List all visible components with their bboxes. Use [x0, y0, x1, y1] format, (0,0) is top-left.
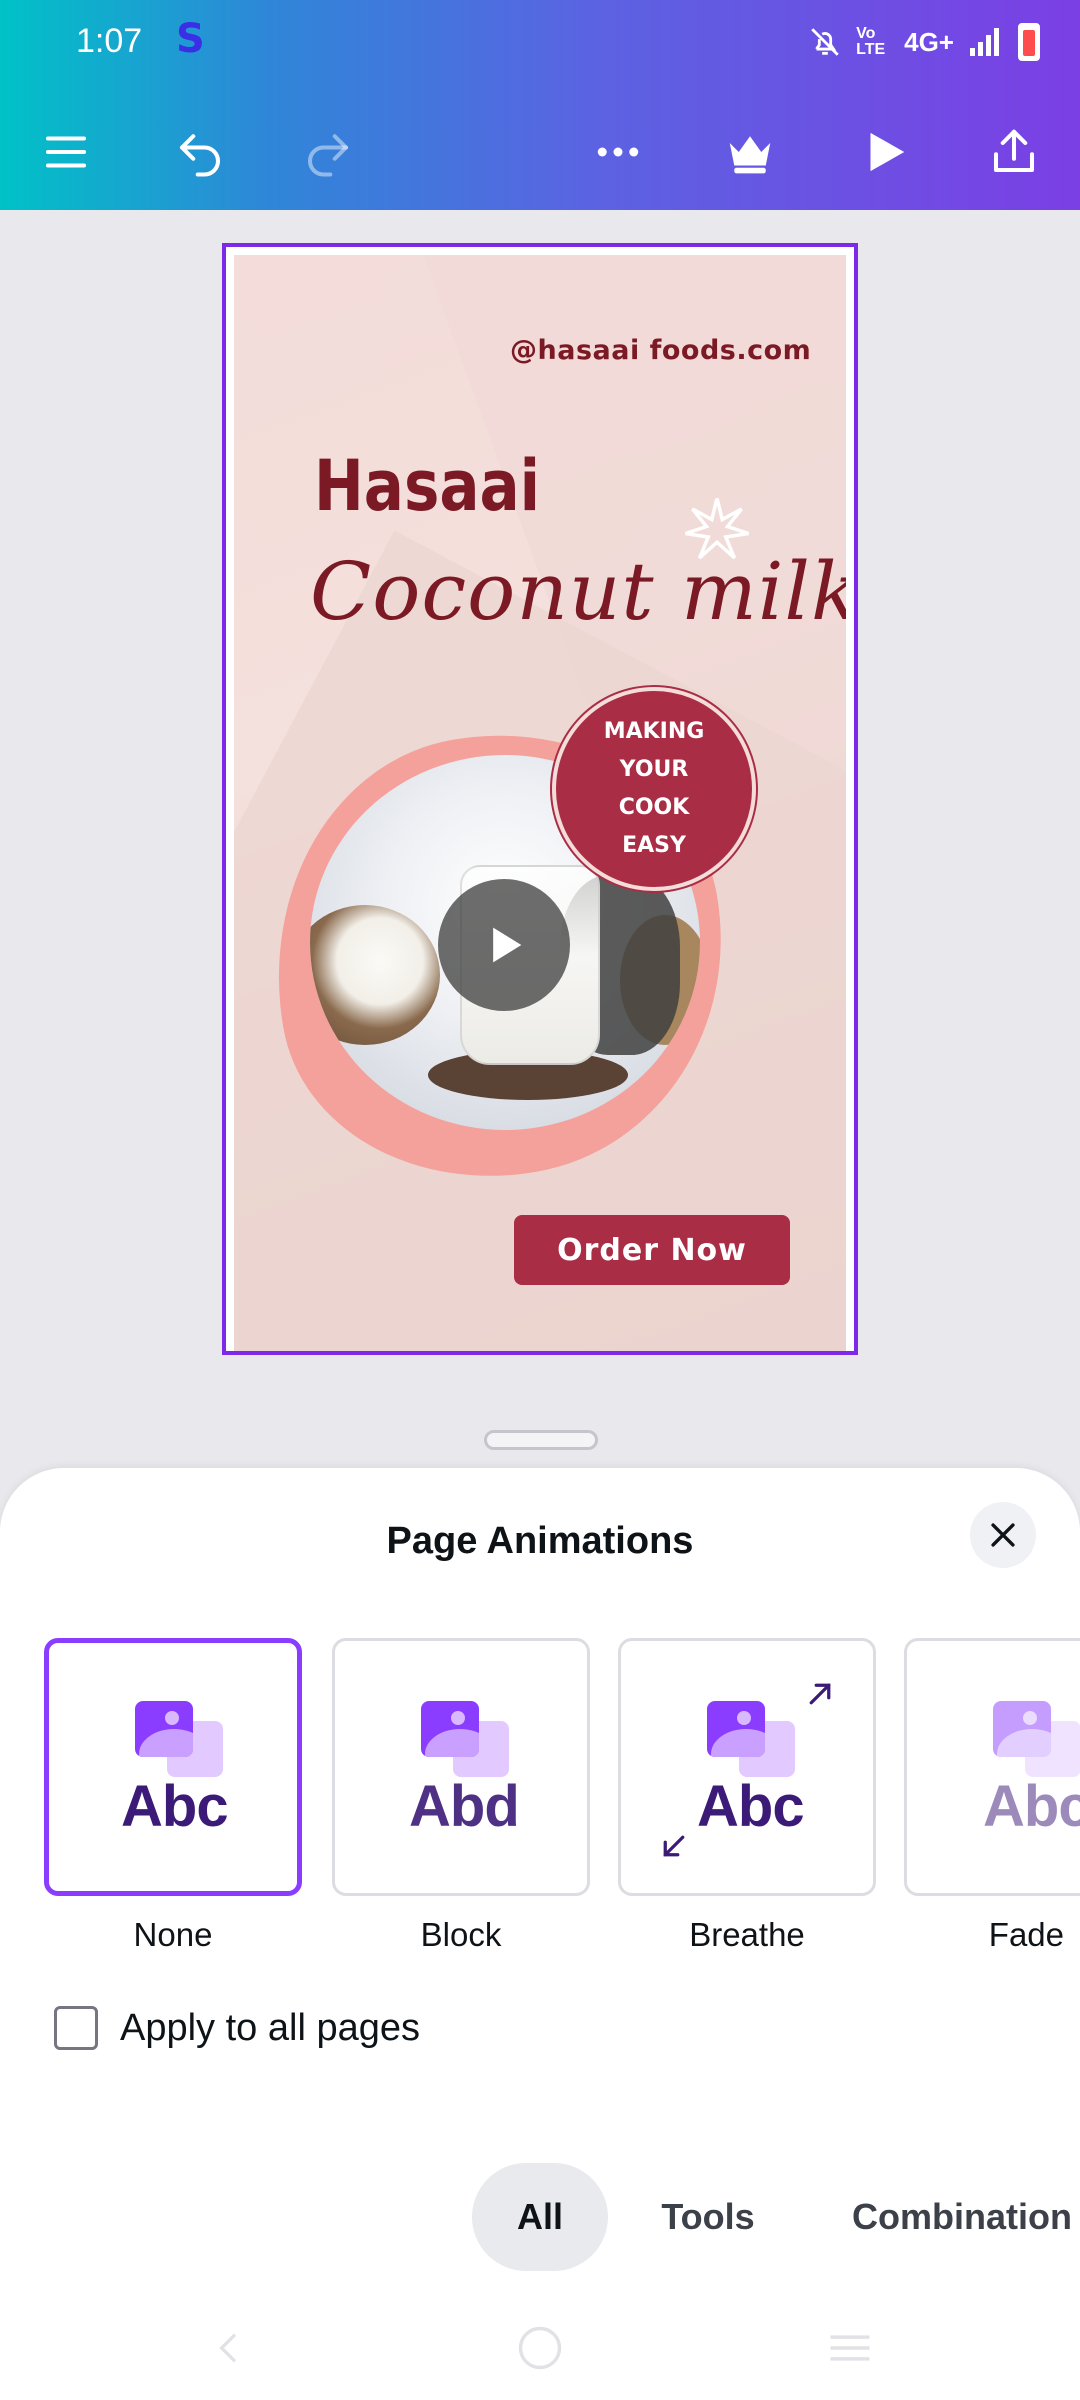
recents-nav-icon[interactable]	[820, 2318, 880, 2378]
network-type: 4G+	[904, 26, 954, 57]
video-play-button[interactable]	[438, 879, 570, 1011]
sheet-drag-handle[interactable]	[484, 1430, 598, 1450]
undo-icon[interactable]	[160, 112, 240, 192]
system-navigation-bar	[0, 2290, 1080, 2400]
design-brand-text[interactable]: Hasaai	[314, 445, 540, 527]
image-icon	[135, 1701, 193, 1757]
tab-all[interactable]: All	[472, 2163, 608, 2271]
share-icon[interactable]	[974, 112, 1054, 192]
badge-line: EASY	[622, 833, 686, 858]
mute-icon	[811, 28, 839, 56]
thumbnail-text: Abd	[409, 1774, 520, 1839]
animation-thumbnail: Abc	[907, 1641, 1080, 1893]
animation-thumbnail: Abc	[49, 1643, 297, 1891]
editor-toolbar	[0, 90, 1080, 210]
status-time: 1:07	[76, 22, 143, 60]
design-product-text[interactable]: Coconut milk	[310, 545, 846, 638]
thumbnail-text: Abc	[121, 1774, 229, 1839]
status-indicators: Vo LTE 4G+	[808, 22, 1040, 62]
animation-option-fade[interactable]: Abc	[904, 1638, 1080, 1896]
badge-line: COOK	[618, 795, 690, 820]
animation-label: Fade	[988, 1916, 1064, 1953]
image-icon	[421, 1701, 479, 1757]
animation-label: None	[133, 1916, 213, 1953]
design-page[interactable]: @hasaai foods.com Hasaai Coconut milk MA…	[234, 255, 846, 1351]
animation-option-none[interactable]: Abc	[44, 1638, 302, 1896]
animation-label: Block	[420, 1916, 502, 1953]
hamburger-menu-icon[interactable]	[26, 112, 106, 192]
badge-line: MAKING	[603, 719, 705, 744]
home-nav-icon[interactable]	[510, 2318, 570, 2378]
play-icon[interactable]	[844, 112, 924, 192]
close-button[interactable]	[970, 1502, 1036, 1568]
apply-to-all-row[interactable]: Apply to all pages	[54, 2004, 420, 2052]
apply-to-all-label[interactable]: Apply to all pages	[120, 2007, 420, 2050]
design-handle-text[interactable]: @hasaai foods.com	[510, 335, 811, 366]
battery-icon	[1018, 23, 1040, 61]
tab-combination[interactable]: Combination	[820, 2163, 1080, 2271]
animation-thumbnail: Abc	[621, 1641, 873, 1893]
animation-label: Breathe	[689, 1916, 805, 1953]
redo-icon[interactable]	[288, 112, 368, 192]
crown-icon[interactable]	[710, 112, 790, 192]
apply-to-all-checkbox[interactable]	[54, 2006, 98, 2050]
app-screen: 1:07 S Vo LTE 4G+ @hasaai foods.com Hasa…	[0, 0, 1080, 2400]
design-badge[interactable]: MAKING YOUR COOK EASY	[556, 691, 752, 887]
design-order-button[interactable]: Order Now	[514, 1215, 790, 1285]
animation-option-breathe[interactable]: Abc	[618, 1638, 876, 1896]
animation-thumbnail: Abd	[335, 1641, 587, 1893]
tab-tools[interactable]: Tools	[640, 2163, 776, 2271]
animation-option-block[interactable]: Abd	[332, 1638, 590, 1896]
badge-line: YOUR	[619, 757, 689, 782]
top-app-bar: 1:07 S Vo LTE 4G+	[0, 0, 1080, 210]
volte-indicator: Vo LTE	[856, 25, 886, 58]
shrink-arrow-icon	[663, 1835, 685, 1857]
image-icon	[707, 1701, 765, 1757]
sheet-title: Page Animations	[386, 1520, 694, 1562]
status-bar: 1:07 S Vo LTE 4G+	[0, 0, 1080, 90]
thumbnail-text: Abc	[983, 1774, 1080, 1839]
design-page-frame[interactable]: @hasaai foods.com Hasaai Coconut milk MA…	[222, 243, 858, 1355]
image-icon	[993, 1701, 1051, 1757]
back-nav-icon[interactable]	[200, 2318, 260, 2378]
expand-arrow-icon	[809, 1683, 831, 1705]
signal-icon	[970, 28, 999, 56]
coconut-image-part	[310, 905, 440, 1045]
thumbnail-text: Abc	[697, 1774, 805, 1839]
play-icon	[493, 927, 522, 963]
page-animations-sheet: Page Animations Abc None Abd Block Abc B…	[0, 1468, 1080, 2400]
close-icon	[991, 1523, 1015, 1547]
animation-filter-tabs: All Tools Combination	[0, 2163, 1080, 2273]
sparkle-icon	[684, 498, 750, 560]
more-dots-icon[interactable]	[578, 112, 658, 192]
app-notification-icon: S	[176, 16, 205, 62]
